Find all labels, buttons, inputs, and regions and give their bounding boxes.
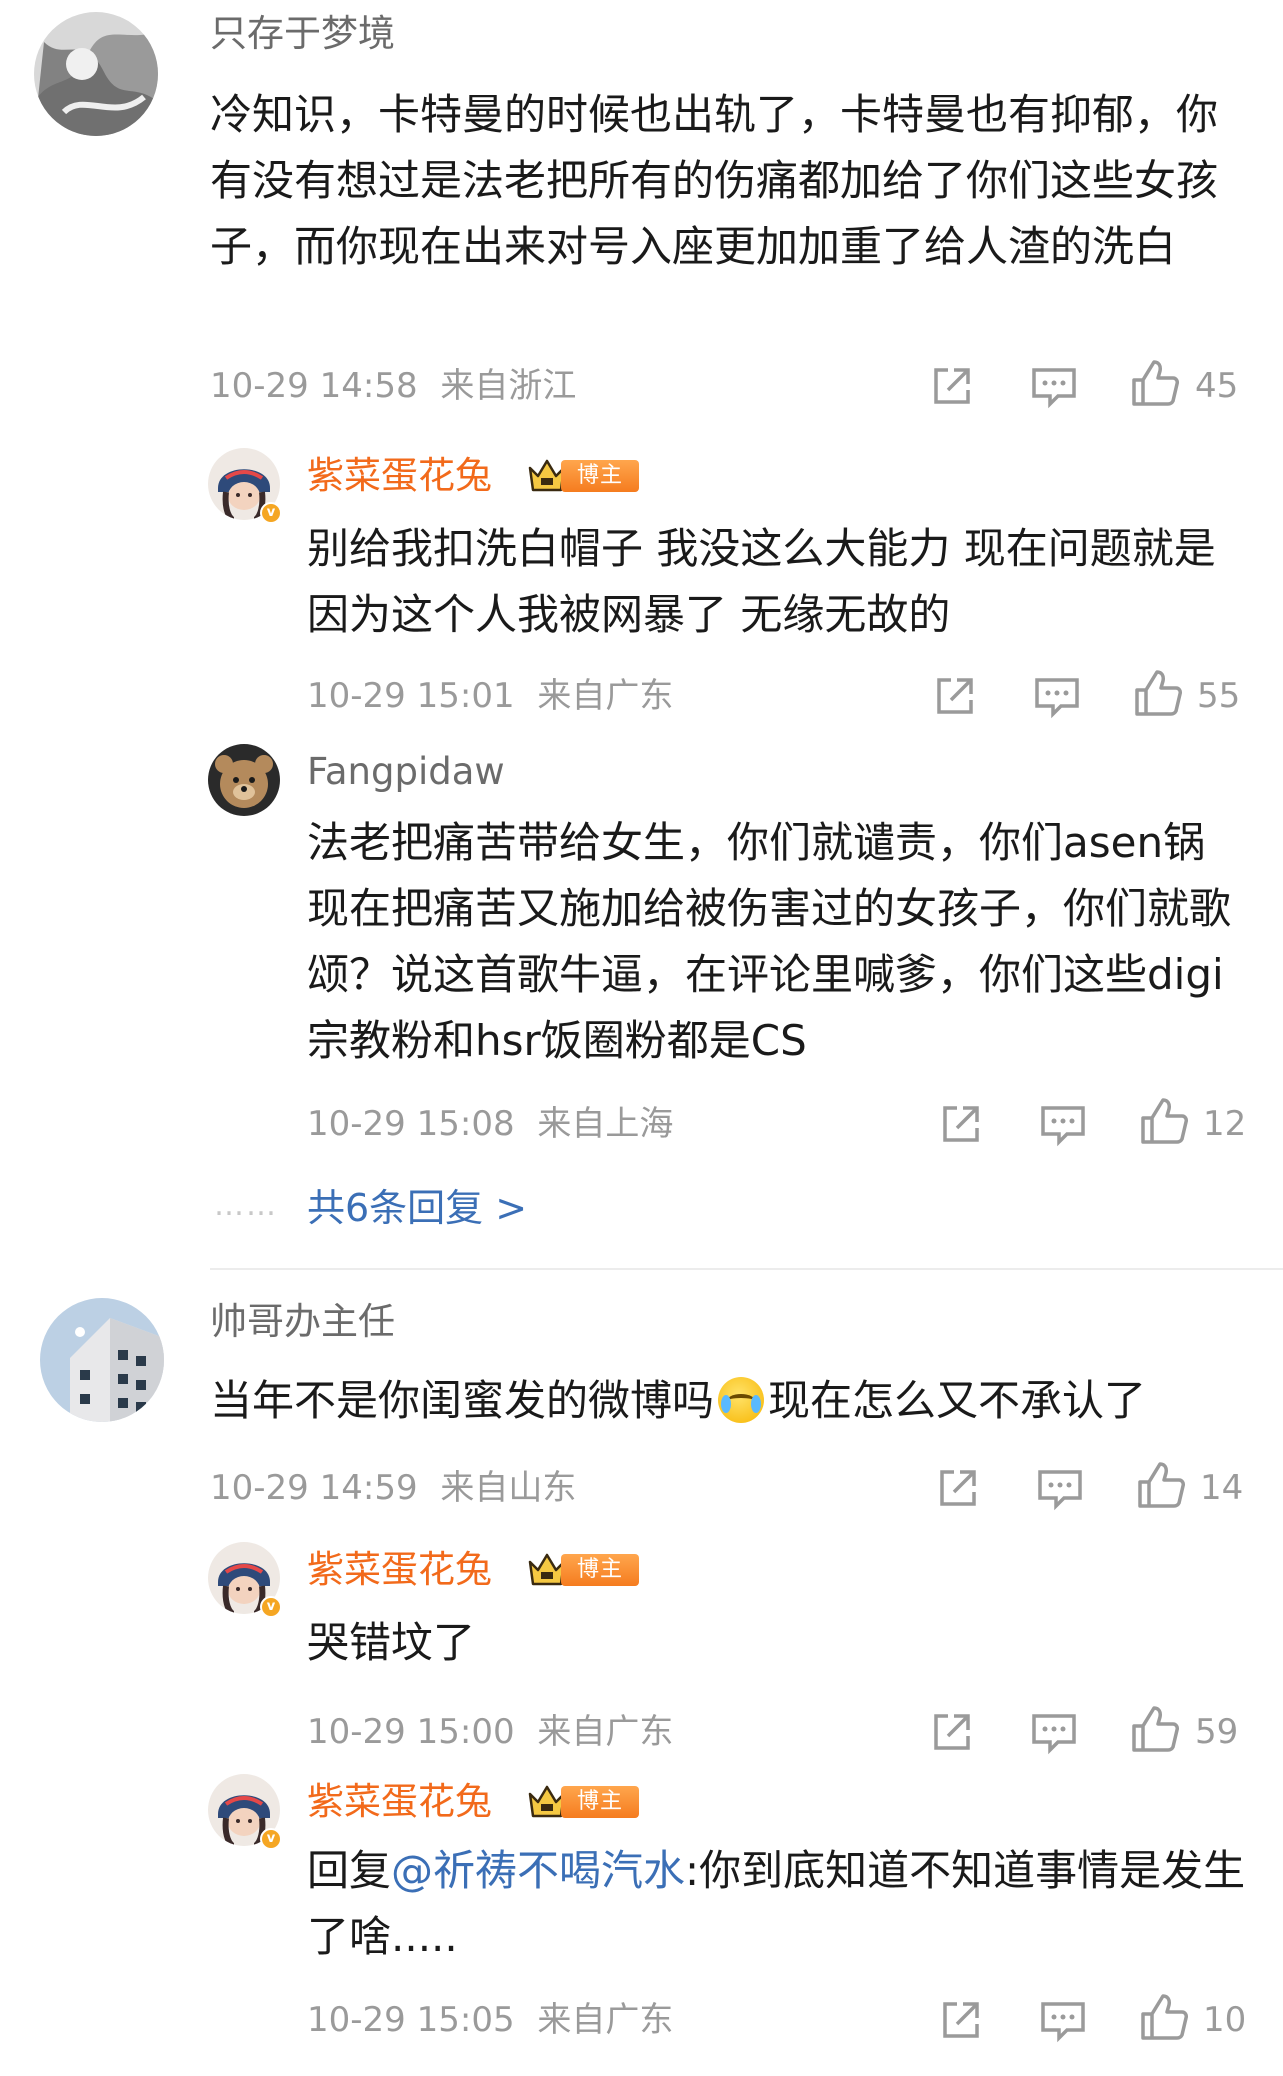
comment-text-part: 现在怎么又不承认了 <box>768 1376 1147 1425</box>
comment-icon[interactable] <box>1030 364 1078 412</box>
like-count: 12 <box>1203 1104 1247 1144</box>
blogger-badge: 博主 <box>527 1552 639 1586</box>
location: 来自广东 <box>537 2000 674 2040</box>
username[interactable]: 只存于梦境 <box>210 12 395 56</box>
share-icon[interactable] <box>937 1100 985 1148</box>
verified-icon: v <box>260 502 282 524</box>
avatar[interactable] <box>208 744 280 816</box>
reply-text: 回复@祈祷不喝汽水:你到底知道不知道事情是发生了啥..... <box>307 1838 1247 1970</box>
location: 来自广东 <box>537 1712 674 1752</box>
reply-text: 法老把痛苦带给女生，你们就谴责，你们asen锅现在把痛苦又施加给被伤害过的女孩子… <box>307 818 1232 1065</box>
comment-icon[interactable] <box>1039 1102 1087 1150</box>
like-count: 10 <box>1203 2000 1247 2040</box>
username[interactable]: 紫菜蛋花兔 <box>307 1780 492 1824</box>
blogger-badge-label: 博主 <box>561 1786 639 1818</box>
like-icon[interactable] <box>1139 1096 1189 1144</box>
like-count: 55 <box>1197 676 1241 716</box>
reply-text: 别给我扣洗白帽子 我没这么大能力 现在问题就是因为这个人我被网暴了 无缘无故的 <box>307 524 1216 639</box>
blogger-badge-label: 博主 <box>561 460 639 492</box>
like-icon[interactable] <box>1139 1992 1189 2040</box>
like-icon[interactable] <box>1130 1704 1180 1752</box>
timestamp: 10-29 15:08 <box>307 1104 515 1144</box>
comment-text: 当年不是你闺蜜发的微博吗 现在怎么又不承认了 <box>210 1368 1270 1434</box>
reply-meta: 10-29 15:01 来自广东 <box>307 676 673 716</box>
like-icon[interactable] <box>1136 1460 1186 1508</box>
comment-icon[interactable] <box>1039 1998 1087 2046</box>
comment-meta: 10-29 14:59 来自山东 <box>210 1468 576 1508</box>
verified-icon: v <box>260 1828 282 1850</box>
reply-meta: 10-29 15:05 来自广东 <box>307 2000 673 2040</box>
location: 来自浙江 <box>440 366 577 406</box>
like-icon[interactable] <box>1130 358 1180 406</box>
username[interactable]: 紫菜蛋花兔 <box>307 1548 492 1592</box>
timestamp: 10-29 14:58 <box>210 366 418 406</box>
comment-icon[interactable] <box>1030 1710 1078 1758</box>
blogger-badge-label: 博主 <box>561 1554 639 1586</box>
share-icon[interactable] <box>931 672 979 720</box>
reply-text: 哭错坟了 <box>307 1618 476 1667</box>
mention-link[interactable]: @祈祷不喝汽水 <box>391 1846 685 1895</box>
comment-icon[interactable] <box>1036 1466 1084 1514</box>
like-count: 14 <box>1200 1468 1244 1508</box>
timestamp: 10-29 15:05 <box>307 2000 515 2040</box>
username[interactable]: 紫菜蛋花兔 <box>307 454 492 498</box>
location: 来自广东 <box>537 676 674 716</box>
timestamp: 10-29 15:00 <box>307 1712 515 1752</box>
more-dots: …… <box>214 1188 278 1223</box>
share-icon[interactable] <box>928 1708 976 1756</box>
username[interactable]: 帅哥办主任 <box>210 1300 395 1344</box>
share-icon[interactable] <box>934 1464 982 1512</box>
share-icon[interactable] <box>928 362 976 410</box>
reply-prefix: 回复 <box>307 1846 392 1895</box>
timestamp: 10-29 14:59 <box>210 1468 418 1508</box>
blogger-badge: 博主 <box>527 458 639 492</box>
divider <box>210 1268 1283 1270</box>
reply-meta: 10-29 15:08 来自上海 <box>307 1104 673 1144</box>
like-count: 59 <box>1195 1712 1239 1752</box>
like-icon[interactable] <box>1133 668 1183 716</box>
comment-text: 冷知识，卡特曼的时候也出轨了，卡特曼也有抑郁，你有没有想过是法老把所有的伤痛都加… <box>210 90 1219 271</box>
comment-meta: 10-29 14:58 来自浙江 <box>210 366 576 406</box>
timestamp: 10-29 15:01 <box>307 676 515 716</box>
share-icon[interactable] <box>937 1996 985 2044</box>
like-count: 45 <box>1195 366 1239 406</box>
view-more-replies-link[interactable]: 共6条回复 > <box>307 1186 527 1230</box>
username[interactable]: Fangpidaw <box>307 750 505 794</box>
verified-icon: v <box>260 1596 282 1618</box>
reply-meta: 10-29 15:00 来自广东 <box>307 1712 673 1752</box>
comment-text-part: 当年不是你闺蜜发的微博吗 <box>210 1376 715 1425</box>
avatar[interactable] <box>34 12 158 136</box>
blogger-badge: 博主 <box>527 1784 639 1818</box>
location: 来自上海 <box>537 1104 674 1144</box>
comment-icon[interactable] <box>1033 674 1081 722</box>
cry-laugh-emoji-icon <box>718 1377 765 1423</box>
location: 来自山东 <box>440 1468 577 1508</box>
avatar[interactable] <box>40 1298 164 1422</box>
